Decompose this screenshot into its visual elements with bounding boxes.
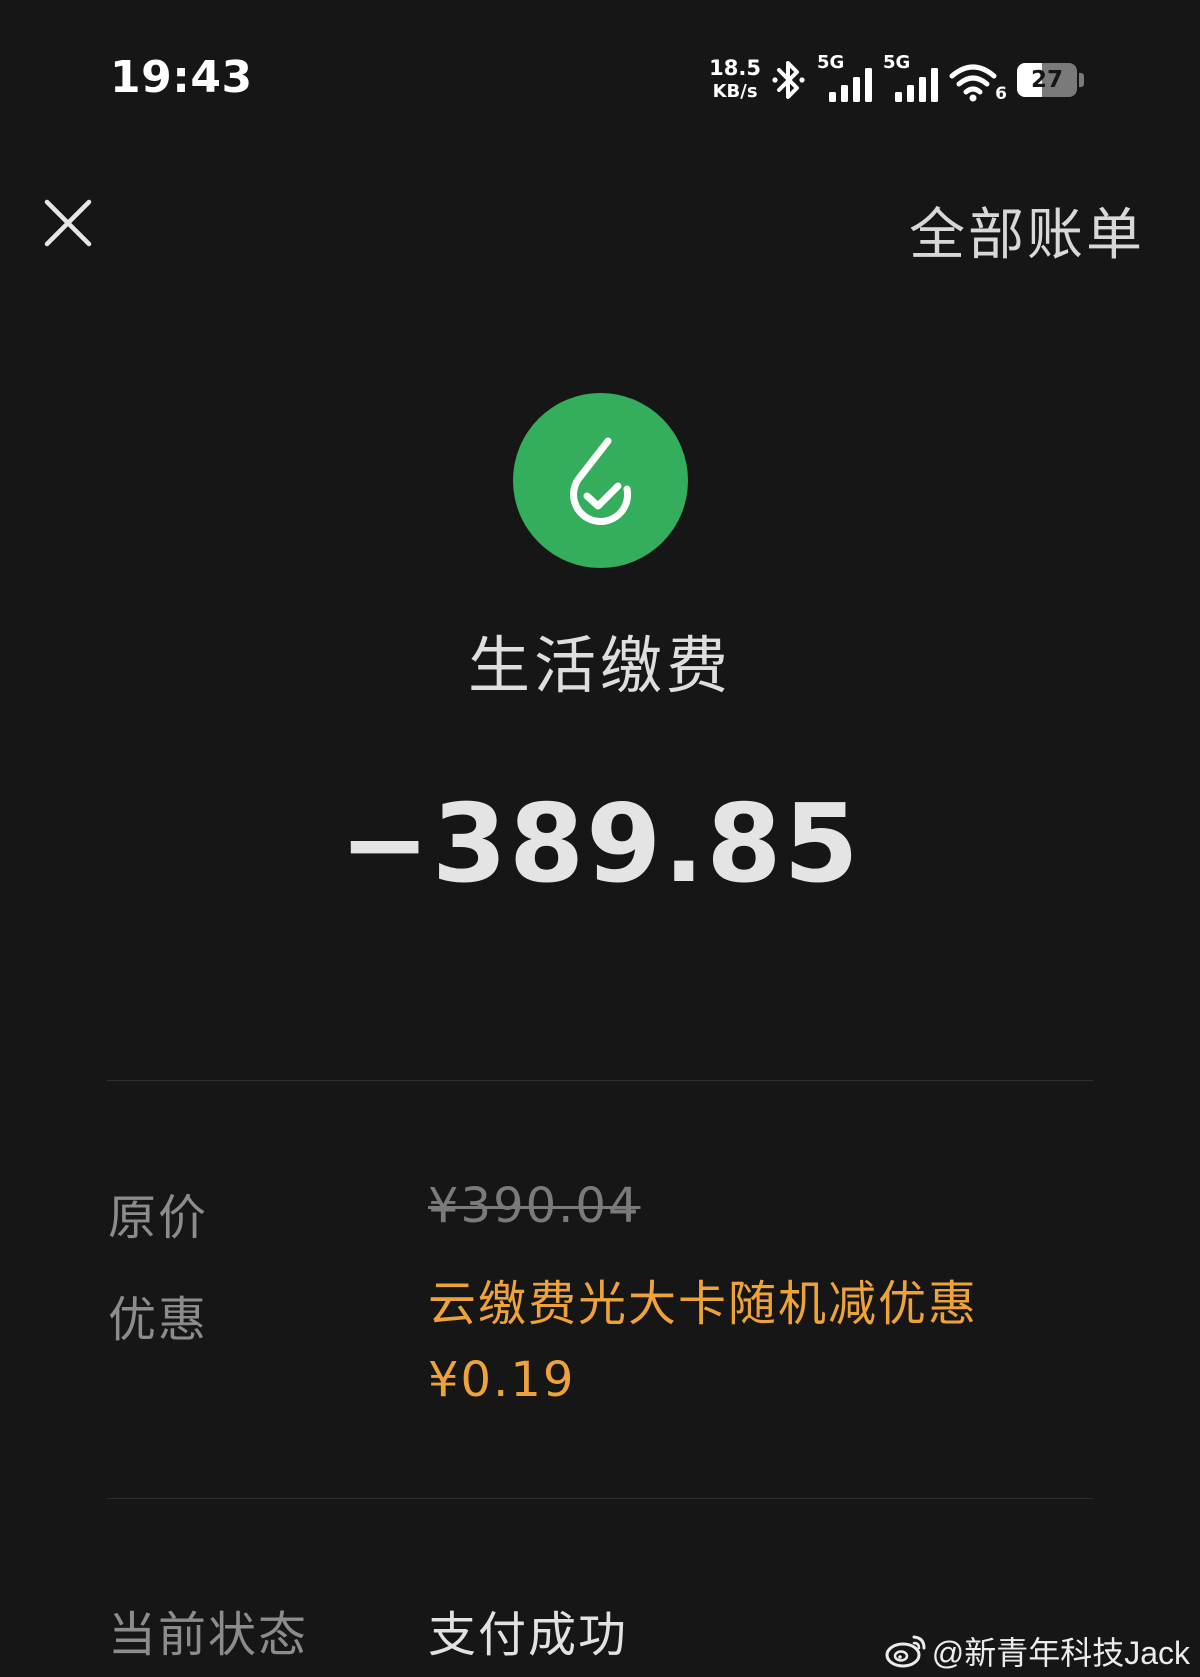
discount-name: 云缴费光大卡随机减优惠 xyxy=(428,1276,979,1332)
weibo-icon xyxy=(885,1635,926,1668)
status-icons: 18.5 KB/s 5G 5G 6 27 xyxy=(709,52,1085,106)
battery-icon: 27 xyxy=(1017,63,1077,97)
battery-indicator: 27 xyxy=(1017,62,1085,98)
original-price-value: ¥390.04 xyxy=(428,1178,641,1234)
sim2-signal: 5G xyxy=(883,52,939,106)
all-bills-link[interactable]: 全部账单 xyxy=(909,190,1145,271)
divider xyxy=(107,1080,1093,1081)
sim1-signal: 5G xyxy=(817,52,873,106)
utility-payment-icon xyxy=(569,437,631,525)
signal-bars-icon xyxy=(829,68,872,102)
wifi-icon xyxy=(949,64,997,102)
signal-bars-icon xyxy=(895,68,938,102)
original-price-label: 原价 xyxy=(108,1190,209,1246)
status-bar: 19:43 18.5 KB/s 5G 5G 6 27 xyxy=(0,0,1200,160)
status-value: 支付成功 xyxy=(428,1607,629,1663)
network-speed: 18.5 KB/s xyxy=(709,56,761,104)
merchant-logo xyxy=(513,393,688,568)
divider xyxy=(107,1498,1093,1499)
watermark: @新青年科技Jack xyxy=(884,1628,1190,1674)
merchant-name: 生活缴费 xyxy=(467,629,732,702)
status-time: 19:43 xyxy=(110,52,253,103)
close-icon xyxy=(44,199,92,247)
transaction-amount: −389.85 xyxy=(339,782,861,907)
bluetooth-icon xyxy=(772,61,805,99)
status-label: 当前状态 xyxy=(108,1607,309,1663)
wifi-status: 6 xyxy=(949,54,1007,106)
network-speed-unit: KB/s xyxy=(712,81,758,102)
close-button[interactable] xyxy=(40,195,96,251)
wifi-generation-label: 6 xyxy=(995,84,1007,104)
discount-amount: ¥0.19 xyxy=(428,1352,576,1408)
battery-level: 27 xyxy=(1030,67,1063,93)
watermark-text: @新青年科技Jack xyxy=(931,1635,1190,1671)
network-speed-value: 18.5 xyxy=(709,56,761,80)
discount-label: 优惠 xyxy=(108,1292,209,1348)
discount-value: 云缴费光大卡随机减优惠 ¥0.19 xyxy=(428,1266,978,1418)
